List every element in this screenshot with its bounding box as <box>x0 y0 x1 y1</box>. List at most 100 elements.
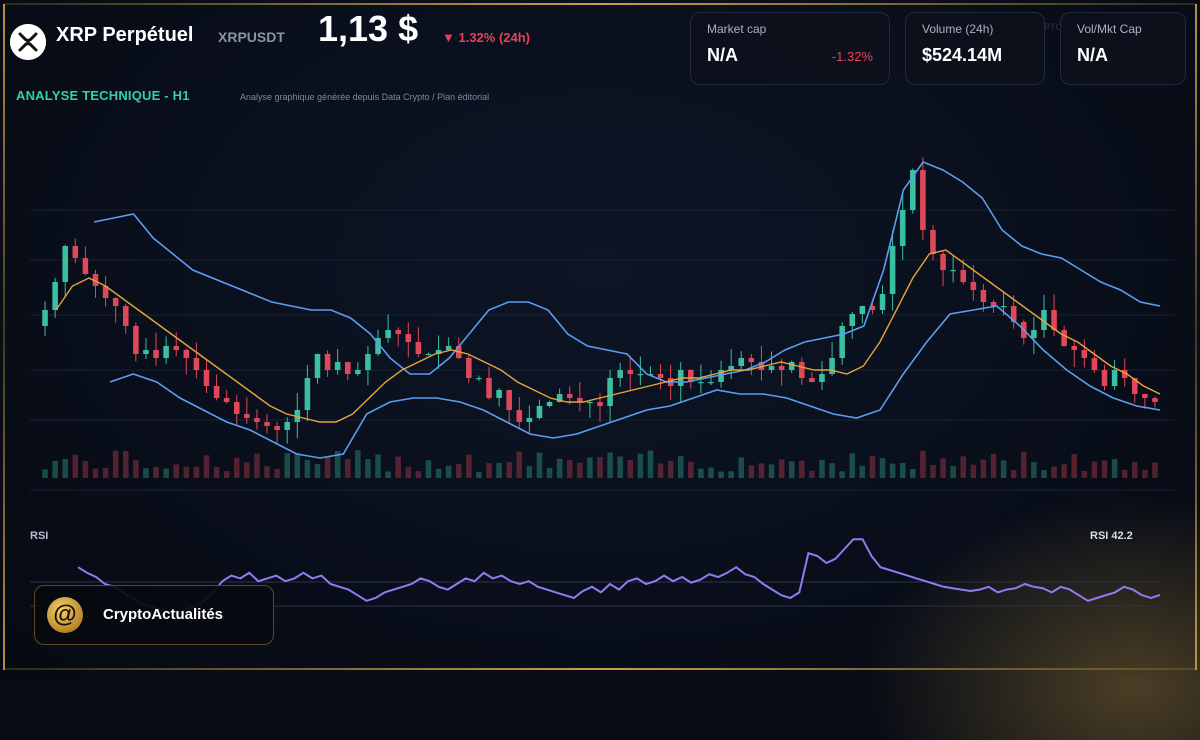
candle-body <box>52 282 58 310</box>
candle-body <box>274 426 280 430</box>
volume-bar <box>173 464 179 478</box>
candle-body <box>193 358 200 370</box>
candle-body <box>809 378 815 382</box>
candle-body <box>536 406 543 418</box>
price-chart <box>30 157 1175 616</box>
volume-bar <box>627 460 634 478</box>
volume-bar <box>799 460 805 478</box>
candle-body <box>920 170 926 230</box>
candle-body <box>1081 350 1088 358</box>
candle-body <box>445 346 452 350</box>
candle-body <box>587 402 593 404</box>
volume-bar <box>1101 460 1108 478</box>
volume-bar <box>1111 459 1118 478</box>
candle-body <box>607 378 613 406</box>
volume-bar <box>1132 461 1138 478</box>
candle-body <box>1091 358 1098 370</box>
candle-body <box>112 298 119 306</box>
candle-body <box>264 422 270 426</box>
rsi-label: RSI <box>30 530 49 542</box>
volume-bar <box>970 464 977 478</box>
candle-body <box>355 370 361 374</box>
volume-bar <box>72 454 79 478</box>
volume-bar <box>647 450 654 478</box>
candle-body <box>546 402 553 406</box>
at-sign-icon: @ <box>47 597 83 633</box>
volume-bar <box>112 450 119 478</box>
candle-body <box>183 350 190 358</box>
candle-body <box>980 290 987 302</box>
candle-body <box>879 294 886 310</box>
volume-bar <box>52 460 58 478</box>
volume-bar <box>829 463 835 478</box>
volume-bar <box>657 463 664 478</box>
candle-body <box>698 382 704 384</box>
volume-bar <box>768 464 775 478</box>
candle-body <box>486 378 492 398</box>
volume-bar <box>889 463 896 478</box>
volume-bar <box>637 453 644 478</box>
candle-body <box>970 282 977 290</box>
candle-body <box>213 386 220 398</box>
volume-bar <box>1081 470 1088 478</box>
candle-body <box>788 362 795 370</box>
volume-bar <box>92 468 99 478</box>
volume-bar <box>254 453 260 478</box>
volume-bar <box>1121 469 1128 478</box>
volume-bar <box>980 459 987 478</box>
candle-body <box>415 342 422 354</box>
volume-bar <box>819 459 825 478</box>
volume-bar <box>607 452 613 478</box>
candle-body <box>526 418 533 422</box>
volume-bar <box>405 466 412 478</box>
volume-bar <box>1091 461 1098 478</box>
volume-bar <box>385 471 391 478</box>
candle-body <box>476 378 482 380</box>
candle-body <box>143 350 149 354</box>
candle-body <box>203 370 210 386</box>
candle-body <box>738 358 745 366</box>
candle-body <box>1152 398 1158 402</box>
volume-bar <box>365 459 371 478</box>
candle-body <box>617 370 623 378</box>
candle-body <box>708 382 714 384</box>
candle-body <box>516 410 523 422</box>
volume-bar <box>324 456 331 478</box>
volume-bar <box>859 465 866 478</box>
brand-name: CryptoActualités <box>103 606 224 623</box>
volume-bar <box>809 470 815 478</box>
volume-bar <box>728 471 734 478</box>
volume-bar <box>566 460 573 478</box>
volume-bar <box>930 464 936 478</box>
volume-bar <box>617 456 623 478</box>
candle-body <box>395 330 401 334</box>
volume-bar <box>1031 462 1037 478</box>
candle-body <box>72 246 79 258</box>
brand-badge[interactable]: @ CryptoActualités <box>34 585 274 645</box>
volume-bar <box>375 454 381 478</box>
volume-bar <box>496 462 502 478</box>
candle-body <box>627 370 634 374</box>
candle-body <box>153 350 159 358</box>
volume-bar <box>788 461 795 478</box>
candle-body <box>466 358 472 378</box>
volume-bar <box>355 450 361 478</box>
volume-bar <box>677 456 684 478</box>
volume-bar <box>778 459 785 478</box>
volume-bar <box>435 468 442 478</box>
volume-bar <box>223 470 230 478</box>
volume-bar <box>1021 451 1027 478</box>
volume-bar <box>304 459 311 478</box>
candle-body <box>425 354 432 356</box>
chart-grid <box>30 209 1175 491</box>
volume-bar <box>960 456 967 478</box>
candle-body <box>859 306 866 314</box>
volume-bar <box>445 465 452 478</box>
volume-bar <box>990 453 997 478</box>
volume-bar <box>738 457 745 478</box>
volume-bar <box>667 460 674 478</box>
volume-bar <box>133 459 139 478</box>
volume-bar <box>183 466 190 478</box>
volume-bar <box>193 466 200 478</box>
candle-body <box>385 330 391 338</box>
